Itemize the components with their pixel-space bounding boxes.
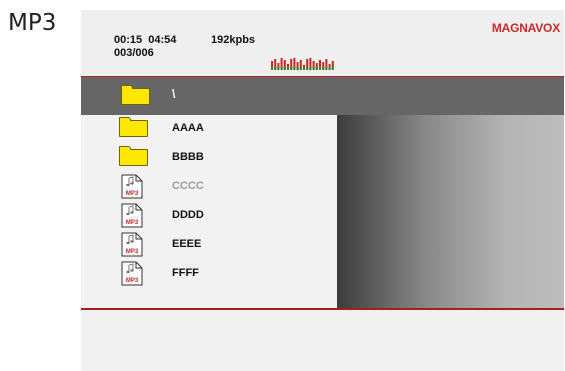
folder-item[interactable]: AAAA <box>81 115 337 144</box>
status-bar: 00:15 04:54 192kpbs 003/006 MAGNAVOX <box>81 10 564 75</box>
item-label: DDDD <box>172 209 204 221</box>
equalizer-bar-base <box>322 67 325 70</box>
item-label: AAAA <box>172 122 204 134</box>
mp3-file-item[interactable]: MP3 CCCC <box>81 173 337 202</box>
current-folder-label: \ <box>172 87 176 101</box>
mp3-file-item[interactable]: MP3 DDDD <box>81 202 337 231</box>
equalizer-bar-base <box>306 67 309 70</box>
file-list: AAAA BBBB MP3 CCCC MP3 DDDD MP3 EEEE MP3 FFFF <box>81 115 337 308</box>
equalizer-bar-base <box>293 67 296 70</box>
file-icon-text: MP3 <box>126 191 139 197</box>
current-folder-row[interactable]: \ <box>81 77 564 115</box>
elapsed-time: 00:15 <box>114 34 143 46</box>
mp3-file-icon: MP3 <box>121 232 143 257</box>
equalizer-bar-base <box>296 67 299 70</box>
equalizer-bar-base <box>280 67 283 70</box>
equalizer-icon <box>271 58 334 70</box>
equalizer-bar-base <box>283 67 286 70</box>
folder-item[interactable]: BBBB <box>81 144 337 173</box>
player-screen: 00:15 04:54 192kpbs 003/006 MAGNAVOX \ A… <box>81 10 564 371</box>
equalizer-bar-base <box>271 67 273 70</box>
equalizer-bar-base <box>299 67 302 70</box>
item-label: EEEE <box>172 238 202 250</box>
equalizer-bar-base <box>328 67 331 70</box>
item-label: CCCC <box>172 180 204 192</box>
mp3-file-icon: MP3 <box>121 174 143 199</box>
mp3-file-icon: MP3 <box>121 261 143 286</box>
equalizer-bar-base <box>325 67 328 70</box>
equalizer-bar-base <box>319 67 321 70</box>
time-display: 00:15 04:54 <box>114 34 176 46</box>
total-time: 04:54 <box>148 34 177 46</box>
equalizer-bar-base <box>315 67 318 70</box>
equalizer-bar-base <box>290 67 293 70</box>
brand-logo: MAGNAVOX <box>491 21 560 35</box>
track-counter: 003/006 <box>114 47 154 59</box>
mode-label: MP3 <box>8 10 57 36</box>
bottom-bar <box>81 310 564 371</box>
file-icon-text: MP3 <box>126 249 139 255</box>
bitrate: 192kpbs <box>211 34 256 46</box>
equalizer-bar-base <box>287 67 289 70</box>
mp3-file-item[interactable]: MP3 EEEE <box>81 231 337 260</box>
mp3-file-item[interactable]: MP3 FFFF <box>81 260 337 289</box>
file-icon-text: MP3 <box>126 278 139 284</box>
file-icon-text: MP3 <box>126 220 139 226</box>
item-label: BBBB <box>172 151 204 163</box>
mp3-file-icon: MP3 <box>121 203 143 228</box>
item-label: FFFF <box>172 267 199 279</box>
equalizer-bar-base <box>331 67 334 70</box>
folder-icon <box>119 117 148 137</box>
folder-icon <box>119 146 148 166</box>
preview-panel <box>337 115 564 308</box>
equalizer-bar-base <box>274 67 277 70</box>
equalizer-bar-base <box>312 67 315 70</box>
equalizer-bar-base <box>277 67 280 70</box>
equalizer-bar-base <box>303 67 305 70</box>
folder-icon <box>121 85 150 105</box>
equalizer-bar-base <box>309 67 312 70</box>
